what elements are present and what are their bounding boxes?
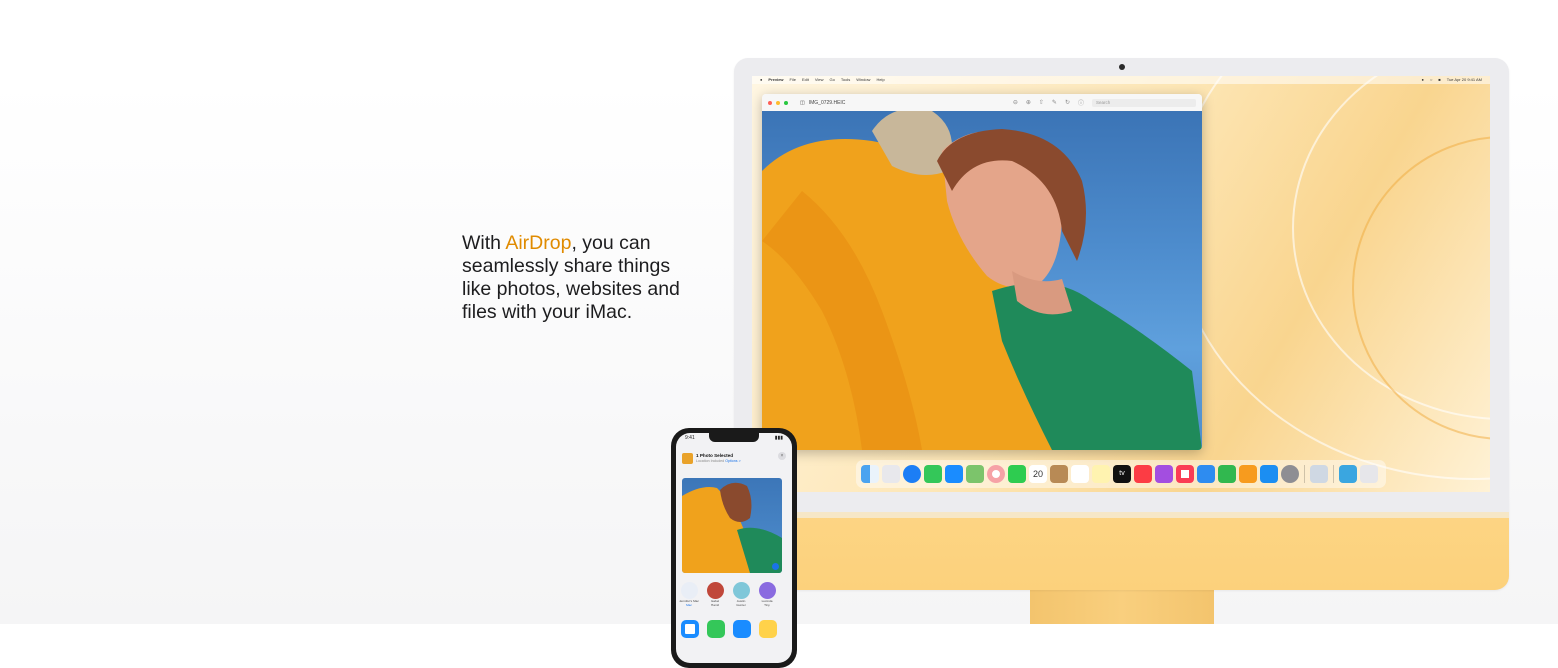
calendar-icon[interactable]: 20 xyxy=(1029,465,1047,483)
share-apps-row xyxy=(681,620,777,638)
menu-go[interactable]: Go xyxy=(830,76,835,84)
menu-file[interactable]: File xyxy=(790,76,796,84)
messages-icon[interactable] xyxy=(924,465,942,483)
dock: 20 tv xyxy=(856,460,1386,488)
reminders-icon[interactable] xyxy=(1071,465,1089,483)
search-icon[interactable]: ○ xyxy=(1430,76,1432,84)
person-sub: Gunter xyxy=(736,603,746,607)
maps-icon[interactable] xyxy=(966,465,984,483)
airdrop-icon[interactable] xyxy=(681,620,699,638)
airdrop-person[interactable]: Jennifer's Mac Mac xyxy=(679,582,699,607)
close-icon[interactable]: × xyxy=(778,452,786,460)
menu-clock[interactable]: Tue Apr 20 9:41 AM xyxy=(1447,76,1482,84)
airdrop-people-row: Jennifer's Mac Mac Isabel Hamil Austin G… xyxy=(679,582,777,607)
preview-window: ◫ IMG_0729.HEIC ⊖ ⊕ ⇧ ✎ ↻ ⓘ Search xyxy=(762,94,1202,450)
person-sub: Mac xyxy=(686,603,692,607)
airdrop-person[interactable]: Isabel Hamil xyxy=(705,582,725,607)
photo-couple xyxy=(762,111,1202,450)
menu-bar: ● Preview File Edit View Go Tools Window… xyxy=(752,76,1490,84)
notes-icon[interactable] xyxy=(1092,465,1110,483)
news-icon[interactable] xyxy=(1176,465,1194,483)
finder-icon[interactable] xyxy=(861,465,879,483)
camera-icon xyxy=(1119,64,1125,70)
share-sheet-header: 1 Photo Selected Location Included Optio… xyxy=(682,452,786,472)
numbers-icon[interactable] xyxy=(1218,465,1236,483)
photo-thumbnail xyxy=(682,453,693,464)
tv-icon[interactable]: tv xyxy=(1113,465,1131,483)
avatar xyxy=(758,582,776,599)
zoom-button[interactable] xyxy=(784,100,788,105)
sidebar-icon[interactable]: ◫ xyxy=(800,100,805,106)
location-included-label: Location Included xyxy=(696,459,725,463)
options-link[interactable]: Options > xyxy=(725,459,740,463)
share-icon[interactable]: ⇧ xyxy=(1039,99,1044,106)
shared-photo-illustration xyxy=(682,482,782,573)
messages-icon[interactable] xyxy=(707,620,725,638)
status-time: 9:41 xyxy=(685,435,695,441)
menu-view[interactable]: View xyxy=(815,76,824,84)
preview-icon[interactable] xyxy=(1310,465,1328,483)
markup-icon[interactable]: ✎ xyxy=(1052,99,1057,106)
preview-filename: IMG_0729.HEIC xyxy=(808,99,846,106)
airdrop-person[interactable]: Austin Gunter xyxy=(731,582,751,607)
imac: ● Preview File Edit View Go Tools Window… xyxy=(734,58,1509,590)
safari-icon[interactable] xyxy=(903,465,921,483)
copy-text-before: With xyxy=(462,232,506,254)
app-store-icon[interactable] xyxy=(1260,465,1278,483)
imac-chin xyxy=(734,512,1509,590)
person-sub: Tiny xyxy=(764,603,770,607)
airdrop-description: With AirDrop, you can seamlessly share t… xyxy=(462,232,702,324)
pages-icon[interactable] xyxy=(1239,465,1257,483)
mail-icon[interactable] xyxy=(945,465,963,483)
search-field[interactable]: Search xyxy=(1092,98,1196,107)
status-bar: 9:41 ▮▮▮ xyxy=(685,435,783,441)
airdrop-highlight: AirDrop xyxy=(505,232,572,254)
selected-check-icon xyxy=(772,563,779,570)
system-preferences-icon[interactable] xyxy=(1281,465,1299,483)
airdrop-person[interactable]: Lucinda Tiny xyxy=(757,582,777,607)
photos-icon[interactable] xyxy=(987,465,1005,483)
imac-screen: ● Preview File Edit View Go Tools Window… xyxy=(752,76,1490,492)
notes-icon[interactable] xyxy=(759,620,777,638)
menu-tools[interactable]: Tools xyxy=(841,76,850,84)
preview-toolbar: ◫ IMG_0729.HEIC ⊖ ⊕ ⇧ ✎ ↻ ⓘ Search xyxy=(762,94,1202,111)
facetime-icon[interactable] xyxy=(1008,465,1026,483)
menu-help[interactable]: Help xyxy=(876,76,884,84)
menu-edit[interactable]: Edit xyxy=(802,76,809,84)
control-center-icon[interactable]: ■ xyxy=(1438,76,1440,84)
imac-stand xyxy=(1030,590,1214,624)
share-sheet-subtitle: Location Included Options > xyxy=(696,459,741,463)
menu-preview[interactable]: Preview xyxy=(768,76,783,84)
minimize-button[interactable] xyxy=(776,100,780,105)
person-sub: Hamil xyxy=(711,603,719,607)
mail-icon[interactable] xyxy=(733,620,751,638)
trash-icon[interactable] xyxy=(1360,465,1378,483)
music-icon[interactable] xyxy=(1134,465,1152,483)
downloads-folder-icon[interactable] xyxy=(1339,465,1357,483)
menu-window[interactable]: Window xyxy=(856,76,870,84)
avatar xyxy=(706,582,724,599)
launchpad-icon[interactable] xyxy=(882,465,900,483)
avatar xyxy=(732,582,750,599)
mac-device-icon xyxy=(680,582,698,599)
photo-illustration xyxy=(762,111,1202,450)
iphone: 9:41 ▮▮▮ 1 Photo Selected Location Inclu… xyxy=(671,428,797,668)
contacts-icon[interactable] xyxy=(1050,465,1068,483)
dock-separator xyxy=(1333,465,1334,483)
signal-battery-icon: ▮▮▮ xyxy=(774,435,783,441)
podcasts-icon[interactable] xyxy=(1155,465,1173,483)
zoom-out-icon[interactable]: ⊖ xyxy=(1013,99,1018,106)
iphone-screen: 9:41 ▮▮▮ 1 Photo Selected Location Inclu… xyxy=(676,433,792,663)
shared-photo xyxy=(682,478,782,573)
apple-icon[interactable]: ● xyxy=(760,76,762,84)
keynote-icon[interactable] xyxy=(1197,465,1215,483)
dock-separator xyxy=(1304,465,1305,483)
zoom-in-icon[interactable]: ⊕ xyxy=(1026,99,1031,106)
close-button[interactable] xyxy=(768,100,772,105)
info-icon[interactable]: ⓘ xyxy=(1078,98,1084,107)
wifi-icon[interactable]: ● xyxy=(1422,76,1424,84)
rotate-icon[interactable]: ↻ xyxy=(1065,99,1070,106)
share-sheet-title: 1 Photo Selected xyxy=(696,453,734,458)
